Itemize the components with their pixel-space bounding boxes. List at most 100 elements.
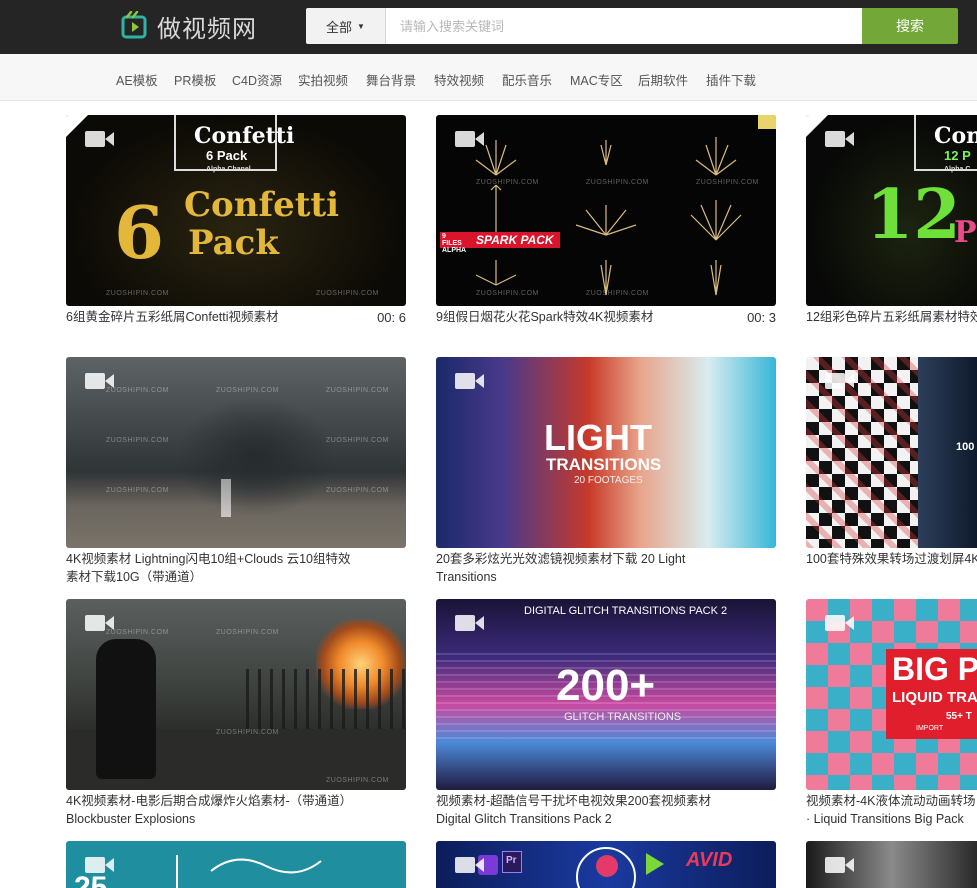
- watermark: ZUOSHIPIN.COM: [696, 179, 759, 186]
- watermark: ZUOSHIPIN.COM: [586, 179, 649, 186]
- thumb-text: SPARK PACK: [476, 233, 554, 247]
- watermark: ZUOSHIPIN.COM: [586, 290, 649, 297]
- thumb-text: 200+: [556, 661, 656, 710]
- thumb-text: Pack: [188, 223, 279, 263]
- site-logo[interactable]: 做视频网: [121, 9, 257, 43]
- video-duration: 00: 6: [377, 310, 406, 325]
- video-play-icon: [85, 615, 114, 631]
- video-play-icon: [825, 615, 854, 631]
- video-duration: 00: 3: [747, 310, 776, 325]
- video-play-icon: [455, 373, 484, 389]
- video-title[interactable]: 视频素材-4K液体流动动画转场· Liquid Transitions Big …: [806, 792, 977, 828]
- nav-item-software[interactable]: 后期软件: [638, 70, 688, 89]
- watermark: ZUOSHIPIN.COM: [476, 179, 539, 186]
- thumb-text: Conf: [934, 123, 977, 149]
- storm-cloud: [176, 397, 336, 517]
- thumb-text: 6 Pack: [206, 148, 248, 163]
- app-icon: [646, 853, 664, 875]
- watermark: ZUOSHIPIN.COM: [106, 290, 169, 297]
- watermark: ZUOSHIPIN.COM: [216, 629, 279, 636]
- video-play-icon: [825, 131, 854, 147]
- nav-item-pr[interactable]: PR模板: [174, 70, 216, 89]
- video-thumbnail[interactable]: 100: [806, 357, 977, 548]
- watermark: ZUOSHIPIN.COM: [476, 290, 539, 297]
- thumb-text: Confetti: [184, 185, 340, 225]
- video-thumbnail[interactable]: Pr AVID: [436, 841, 776, 888]
- thumb-text: 12 P: [944, 148, 971, 163]
- search-category-select[interactable]: 全部 ▼: [306, 8, 386, 44]
- watermark: ZUOSHIPIN.COM: [316, 290, 379, 297]
- nav-item-music[interactable]: 配乐音乐: [502, 70, 552, 89]
- video-thumbnail[interactable]: ZUOSHIPIN.COM ZUOSHIPIN.COM ZUOSHIPIN.CO…: [66, 357, 406, 548]
- top-header: 做视频网 全部 ▼ 搜索: [0, 0, 977, 54]
- video-play-icon: [455, 615, 484, 631]
- video-title[interactable]: 4K视频素材-电影后期合成爆炸火焰素材-（带通道）Blockbuster Exp…: [66, 792, 356, 828]
- video-title[interactable]: 100套特殊效果转场过渡划屏4K flatpackfx-100-transiti…: [806, 550, 977, 568]
- thumb-text: TRANSITIONS: [546, 455, 662, 474]
- video-thumbnail[interactable]: BIG P LIQUID TRA 55+ T IMPORT: [806, 599, 977, 790]
- thumb-text: BIG P: [892, 651, 977, 687]
- thumb-text: Pa: [954, 215, 977, 250]
- nav-item-mac[interactable]: MAC专区: [570, 70, 623, 89]
- nav-item-c4d[interactable]: C4D资源: [232, 70, 282, 89]
- video-play-icon: [455, 857, 484, 873]
- thumb-text: 100: [956, 441, 975, 453]
- corner-tag: [758, 115, 776, 129]
- nav-item-plugins[interactable]: 插件下载: [706, 70, 756, 89]
- thumb-text: LIGHT: [544, 417, 652, 458]
- thumb-text: 6: [114, 190, 165, 275]
- thumb-text: DIGITAL GLITCH TRANSITIONS PACK 2: [524, 605, 728, 617]
- ornament: [210, 858, 322, 874]
- fireworks-illustration: [475, 137, 742, 296]
- video-thumbnail[interactable]: [806, 841, 977, 888]
- thumb-text: IMPORT: [916, 725, 944, 732]
- video-play-icon: [455, 131, 484, 147]
- watermark: ZUOSHIPIN.COM: [326, 777, 389, 784]
- watermark: ZUOSHIPIN.COM: [106, 629, 169, 636]
- divider-line: [176, 855, 178, 888]
- video-thumbnail[interactable]: DIGITAL GLITCH TRANSITIONS PACK 2 200+ G…: [436, 599, 776, 790]
- watermark: ZUOSHIPIN.COM: [326, 387, 389, 394]
- premiere-label: Pr: [506, 855, 517, 866]
- watermark: ZUOSHIPIN.COM: [326, 437, 389, 444]
- video-title[interactable]: 6组黄金碎片五彩纸屑Confetti视频素材: [66, 308, 356, 326]
- nav-item-stage[interactable]: 舞台背景: [366, 70, 416, 89]
- watermark: ZUOSHIPIN.COM: [106, 437, 169, 444]
- app-icon: [596, 855, 618, 877]
- video-play-icon: [85, 373, 114, 389]
- nav-item-ae[interactable]: AE模板: [116, 70, 158, 89]
- lightning-figure: [221, 479, 231, 517]
- video-title[interactable]: 12组彩色碎片五彩纸屑素材特效: [806, 308, 977, 326]
- video-title[interactable]: 4K视频素材 Lightning闪电10组+Clouds 云10组特效素材下载1…: [66, 550, 356, 586]
- watermark: ZUOSHIPIN.COM: [106, 487, 169, 494]
- video-title[interactable]: 9组假日烟花火花Spark特效4K视频素材: [436, 308, 726, 326]
- search-input[interactable]: [386, 8, 862, 44]
- video-thumbnail[interactable]: Confetti 6 Pack Alpha Chanel 6 Confetti …: [66, 115, 406, 306]
- thumb-text: 12: [866, 175, 961, 255]
- video-play-icon: [825, 373, 854, 389]
- watermark: ZUOSHIPIN.COM: [326, 487, 389, 494]
- video-thumbnail[interactable]: Conf 12 P Alpha C 12 Pa: [806, 115, 977, 306]
- search-bar: 全部 ▼ 搜索: [306, 8, 958, 44]
- thumb-text: Confetti: [194, 123, 295, 149]
- video-title[interactable]: 20套多彩炫光光效滤镜视频素材下载 20 Light Transitions: [436, 550, 726, 586]
- video-thumbnail[interactable]: ZUOSHIPIN.COM ZUOSHIPIN.COM ZUOSHIPIN.CO…: [66, 599, 406, 790]
- search-button[interactable]: 搜索: [862, 8, 958, 44]
- nav-item-vfx[interactable]: 特效视频: [434, 70, 484, 89]
- avid-logo: AVID: [686, 849, 733, 871]
- video-play-icon: [85, 131, 114, 147]
- premiere-icon: Pr: [502, 851, 522, 873]
- watermark: ZUOSHIPIN.COM: [106, 387, 169, 394]
- thumb-text: 20 FOOTAGES: [574, 475, 643, 486]
- video-title[interactable]: 视频素材-超酷信号干扰坏电视效果200套视频素材 Digital Glitch …: [436, 792, 726, 828]
- video-thumbnail[interactable]: 9 FILES ALPHA SPARK PACK ZUOSHIPIN.COM Z…: [436, 115, 776, 306]
- thumb-text: LIQUID TRA: [892, 689, 977, 706]
- thumb-text: GLITCH TRANSITIONS: [564, 711, 682, 723]
- thumb-text: 55+ T: [946, 711, 972, 722]
- thumb-text: Alpha C: [944, 166, 971, 173]
- nav-item-footage[interactable]: 实拍视频: [298, 70, 348, 89]
- video-thumbnail[interactable]: LIGHT TRANSITIONS 20 FOOTAGES: [436, 357, 776, 548]
- thumb-text: 9 FILES ALPHA: [442, 233, 467, 254]
- video-thumbnail[interactable]: 25: [66, 841, 406, 888]
- watermark: ZUOSHIPIN.COM: [216, 387, 279, 394]
